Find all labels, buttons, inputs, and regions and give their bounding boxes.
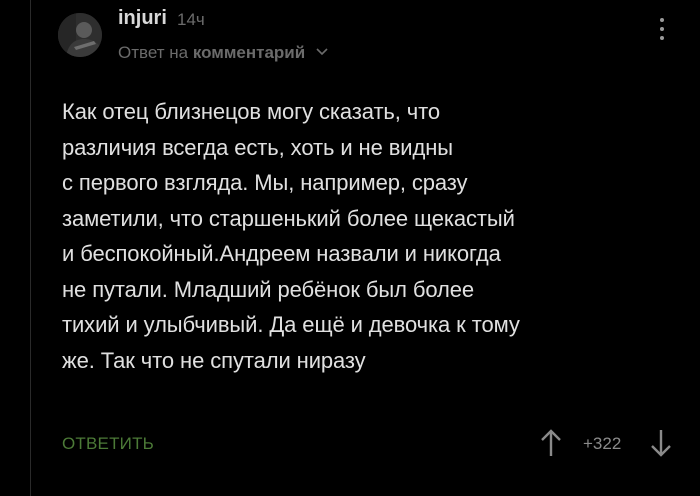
avatar[interactable] — [58, 13, 102, 57]
rating-count: +322 — [583, 434, 622, 453]
comment-text-line: не путали. Младший ребёнок был более — [62, 276, 475, 302]
arrow-down-icon[interactable] — [648, 428, 674, 458]
reply-to-link[interactable]: Ответ на комментарий — [118, 43, 328, 63]
more-options-button[interactable] — [655, 18, 669, 48]
vertical-dots-icon-dot — [660, 36, 664, 40]
arrow-up-icon[interactable] — [538, 428, 564, 458]
reply-button[interactable]: ОТВЕТИТЬ — [62, 434, 154, 454]
avatar-image — [58, 13, 102, 57]
vertical-dots-icon-dot — [660, 27, 664, 31]
comment-text-line: заметили, что старшенький более щекастый — [62, 205, 515, 231]
comment-text-line: и беспокойный.Андреем назвали и никогда — [62, 241, 501, 266]
thread-line — [30, 0, 31, 496]
comment-text-line: с первого взгляда. Мы, например, сразу — [62, 170, 468, 195]
comment-time: 14ч — [177, 10, 205, 29]
comment-text-line: же. Так что не спутали ниразу — [62, 347, 366, 373]
vertical-dots-icon — [660, 18, 664, 22]
chevron-down-icon[interactable] — [316, 48, 328, 56]
comment-text-line: различия всегда есть, хоть и не видны — [62, 134, 453, 160]
comment-text-line: Как отец близнецов могу сказать, что — [62, 99, 441, 124]
comment-text-line: тихий и улыбчивый. Да ещё и девочка к то… — [62, 312, 520, 337]
reply-to-target[interactable]: комментарий — [193, 43, 305, 62]
comment-text: Как отец близнецов могу сказать, что раз… — [62, 94, 692, 378]
author-name[interactable]: injuri — [118, 7, 167, 30]
reply-to-prefix: Ответ на — [118, 43, 189, 62]
comment-page: injuri 14ч Ответ на комментарий Как отец… — [0, 0, 700, 496]
